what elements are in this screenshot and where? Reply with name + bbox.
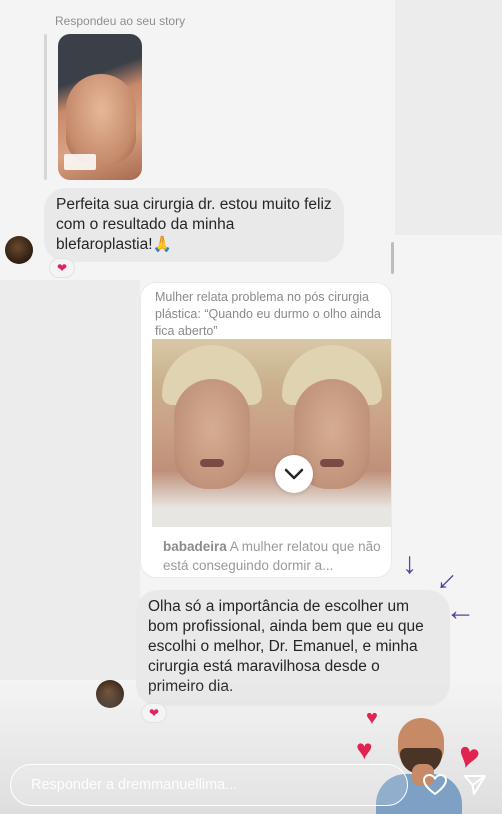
story-thumbnail-tag [64, 154, 96, 170]
heart-outline-icon[interactable] [420, 770, 450, 800]
shared-post-caption: babadeira A mulher relatou que não está … [163, 537, 385, 575]
arrow-down-sticker-icon: ↓ [402, 547, 417, 580]
send-icon[interactable] [460, 770, 490, 800]
story-thumbnail[interactable] [58, 34, 142, 180]
shared-post-image-left [152, 339, 272, 527]
scroll-indicator [391, 242, 394, 274]
shared-post-image [152, 339, 391, 527]
background-panel [0, 280, 140, 680]
avatar[interactable] [5, 236, 33, 264]
chevron-down-icon[interactable] [275, 455, 313, 493]
background-panel [395, 0, 502, 235]
shared-post-card[interactable]: Mulher relata problema no pós cirurgia p… [140, 282, 392, 578]
story-thumbnail-face [66, 74, 136, 164]
reply-indicator-bar [44, 34, 47, 180]
shared-post-headline: Mulher relata problema no pós cirurgia p… [155, 290, 381, 338]
story-reply-label: Respondeu ao seu story [55, 14, 186, 28]
heart-reaction-icon[interactable]: ❤ [49, 258, 75, 278]
heart-sticker-icon: ♥ [356, 734, 373, 765]
message-bubble-incoming[interactable]: Perfeita sua cirurgia dr. estou muito fe… [44, 188, 344, 262]
heart-reaction-icon[interactable]: ❤ [141, 703, 167, 723]
reply-input[interactable] [10, 764, 408, 806]
arrow-left-sticker-icon: ↓ [445, 607, 479, 623]
shared-post-username: babadeira [163, 539, 227, 554]
shared-post-image-right [272, 339, 391, 527]
